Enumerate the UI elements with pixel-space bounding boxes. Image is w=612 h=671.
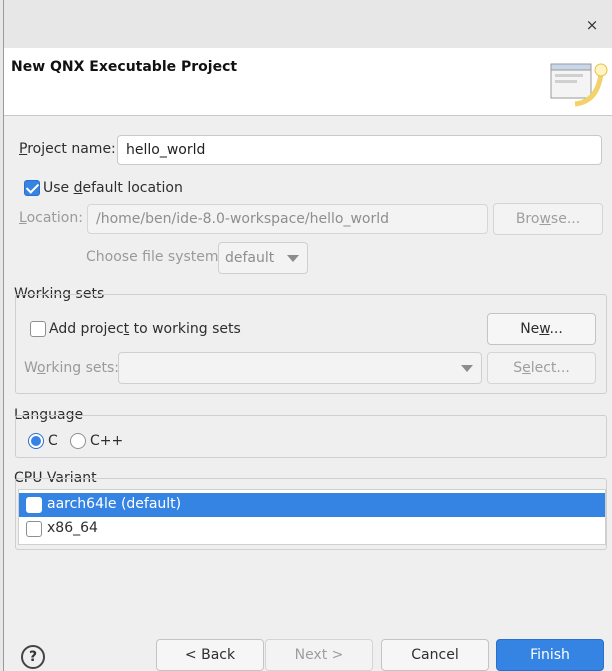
language-label-c: C (48, 433, 58, 449)
dialog-titlebar: × (4, 0, 612, 48)
cpu-variant-checkbox-x86-64[interactable] (26, 521, 42, 537)
project-name-label: Project name: (19, 141, 116, 157)
close-icon[interactable]: × (583, 16, 601, 34)
cpu-variant-label-x86-64: x86_64 (47, 520, 98, 536)
working-sets-select[interactable] (118, 352, 482, 384)
file-system-value: default (225, 250, 275, 266)
chevron-down-icon (287, 255, 299, 262)
wizard-title: New QNX Executable Project (11, 59, 238, 75)
add-to-working-sets-label: Add project to working sets (49, 321, 241, 337)
next-button[interactable]: Next > (265, 639, 373, 671)
language-radio-cpp[interactable] (70, 433, 86, 449)
back-button[interactable]: < Back (156, 639, 264, 671)
wizard-header: New QNX Executable Project (4, 48, 612, 116)
project-name-input[interactable]: hello_world (117, 135, 602, 165)
language-label-cpp: C++ (90, 433, 124, 449)
new-working-set-button[interactable]: New... (487, 313, 596, 345)
chevron-down-icon (461, 365, 473, 372)
cpu-variant-row-x86-64[interactable]: x86_64 (19, 517, 605, 541)
cpu-variant-label-aarch64le: aarch64le (default) (47, 496, 182, 512)
wizard-banner-icon (550, 63, 608, 107)
new-project-dialog: × New QNX Executable Project Project nam… (3, 0, 612, 671)
location-input[interactable]: /home/ben/ide-8.0-workspace/hello_world (87, 204, 488, 234)
file-system-select[interactable]: default (218, 242, 308, 274)
finish-button[interactable]: Finish (496, 639, 604, 671)
browse-button[interactable]: Browse... (493, 203, 603, 235)
use-default-location-checkbox[interactable] (24, 180, 40, 196)
location-label: Location: (19, 210, 83, 226)
cancel-button[interactable]: Cancel (381, 639, 489, 671)
help-icon[interactable]: ? (21, 645, 45, 669)
add-to-working-sets-checkbox[interactable] (30, 321, 46, 337)
cpu-variant-row-aarch64le[interactable]: aarch64le (default) (19, 493, 605, 517)
use-default-location-label: Use default location (43, 180, 183, 196)
language-radio-c[interactable] (28, 433, 44, 449)
working-sets-label: Working sets: (24, 360, 119, 376)
cpu-variant-checkbox-aarch64le[interactable] (26, 497, 42, 513)
select-working-sets-button[interactable]: Select... (487, 352, 596, 384)
cpu-variant-list: aarch64le (default) x86_64 (18, 489, 606, 545)
file-system-label: Choose file system: (86, 249, 224, 265)
